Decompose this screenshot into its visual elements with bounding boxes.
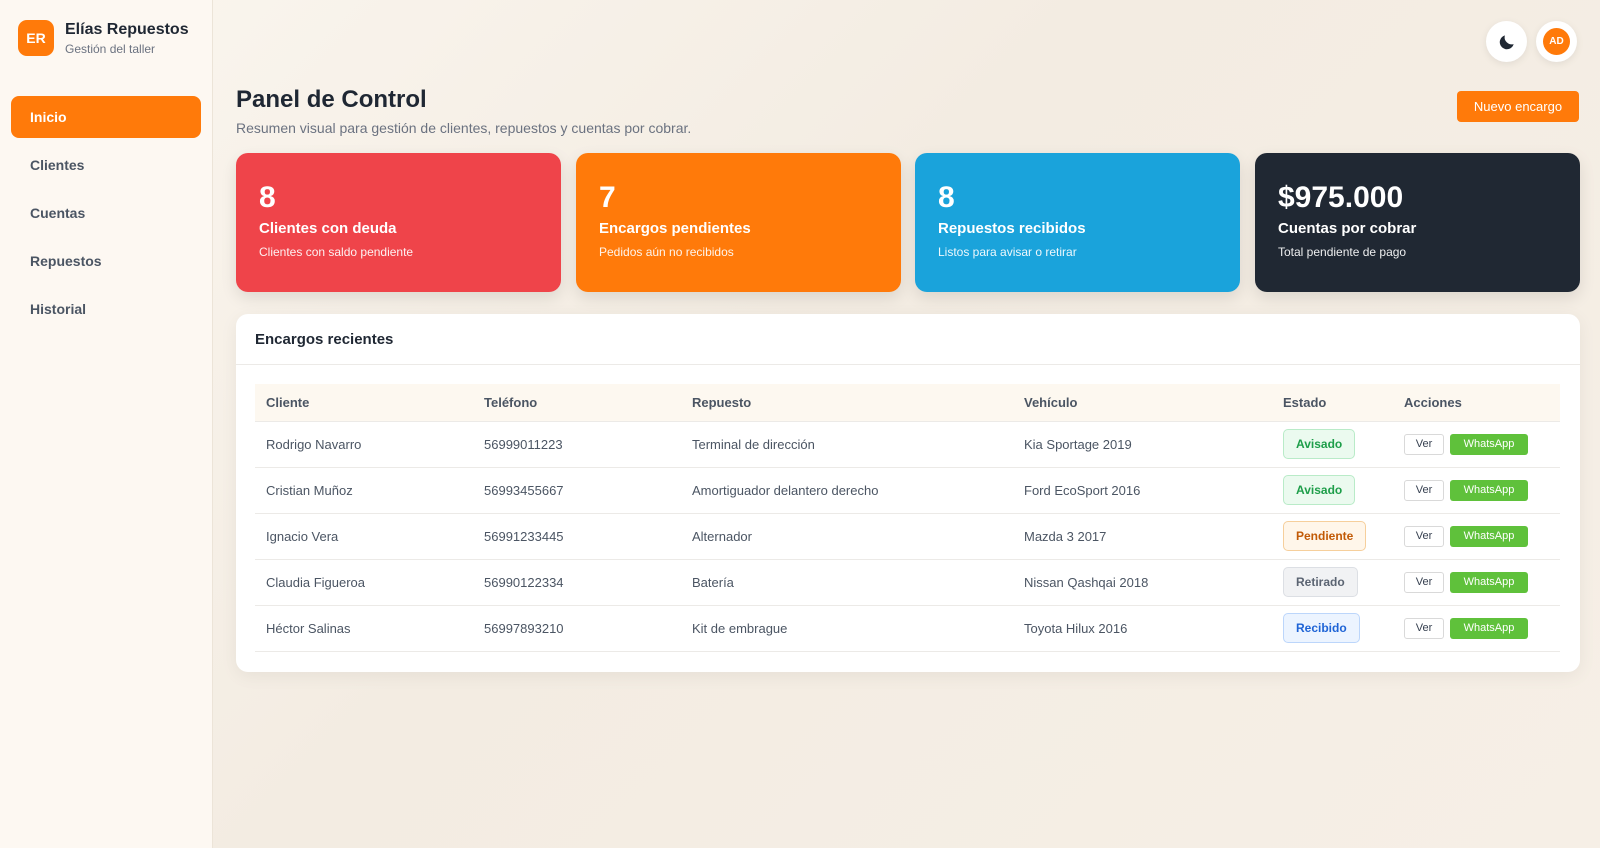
table-row: Rodrigo Navarro 56999011223 Terminal de … [255, 421, 1560, 468]
cell-repuesto: Alternador [681, 513, 1013, 560]
cell-vehiculo: Ford EcoSport 2016 [1013, 467, 1272, 514]
stat-value: $975.000 [1278, 181, 1404, 214]
stat-description: Total pendiente de pago [1278, 245, 1407, 259]
stat-description: Pedidos aún no recibidos [599, 245, 734, 259]
user-avatar-button[interactable]: AD [1536, 21, 1577, 62]
table-header-row: Cliente Teléfono Repuesto Vehículo Estad… [255, 384, 1560, 422]
column-header-acciones: Acciones [1393, 384, 1560, 422]
cell-acciones: Ver WhatsApp [1393, 513, 1560, 560]
stat-value: 7 [599, 181, 616, 214]
cell-telefono: 56991233445 [473, 513, 681, 560]
cell-estado: Avisado [1272, 467, 1393, 514]
table-row: Cristian Muñoz 56993455667 Amortiguador … [255, 467, 1560, 514]
cell-repuesto: Batería [681, 559, 1013, 606]
cell-telefono: 56990122334 [473, 559, 681, 606]
sidebar: ER Elías Repuestos Gestión del taller In… [0, 0, 213, 848]
whatsapp-button[interactable]: WhatsApp [1450, 617, 1528, 639]
recent-orders-title: Encargos recientes [236, 314, 1580, 365]
cell-estado: Recibido [1272, 605, 1393, 652]
page-subtitle: Resumen visual para gestión de clientes,… [236, 120, 692, 136]
new-order-button[interactable]: Nuevo encargo [1457, 91, 1579, 122]
cell-cliente: Ignacio Vera [255, 513, 473, 560]
stat-label: Clientes con deuda [259, 220, 397, 237]
stat-label: Repuestos recibidos [938, 220, 1086, 237]
stat-description: Listos para avisar o retirar [938, 245, 1077, 259]
cell-cliente: Héctor Salinas [255, 605, 473, 652]
column-header-vehiculo: Vehículo [1013, 384, 1272, 422]
brand-title: Elías Repuestos [65, 20, 189, 38]
stat-value: 8 [938, 181, 955, 214]
cell-acciones: Ver WhatsApp [1393, 559, 1560, 606]
recent-orders-table: Cliente Teléfono Repuesto Vehículo Estad… [255, 384, 1560, 652]
cell-acciones: Ver WhatsApp [1393, 421, 1560, 468]
column-header-repuesto: Repuesto [681, 384, 1013, 422]
cell-repuesto: Amortiguador delantero derecho [681, 467, 1013, 514]
brand[interactable]: ER Elías Repuestos Gestión del taller [18, 20, 189, 56]
cell-vehiculo: Nissan Qashqai 2018 [1013, 559, 1272, 606]
cell-repuesto: Terminal de dirección [681, 421, 1013, 468]
cell-telefono: 56993455667 [473, 467, 681, 514]
cell-acciones: Ver WhatsApp [1393, 467, 1560, 514]
column-header-cliente: Cliente [255, 384, 473, 422]
stat-card-clientes-deuda[interactable]: 8 Clientes con deuda Clientes con saldo … [236, 153, 561, 292]
sidebar-item-cuentas[interactable]: Cuentas [11, 192, 201, 234]
table-row: Claudia Figueroa 56990122334 Batería Nis… [255, 559, 1560, 606]
avatar: AD [1543, 28, 1570, 55]
column-header-estado: Estado [1272, 384, 1393, 422]
brand-logo: ER [18, 20, 54, 56]
table-row: Héctor Salinas 56997893210 Kit de embrag… [255, 605, 1560, 652]
view-button[interactable]: Ver [1404, 479, 1444, 501]
stat-description: Clientes con saldo pendiente [259, 245, 414, 259]
sidebar-item-historial[interactable]: Historial [11, 288, 201, 330]
view-button[interactable]: Ver [1404, 571, 1444, 593]
cell-acciones: Ver WhatsApp [1393, 605, 1560, 652]
stat-value: 8 [259, 181, 276, 214]
status-badge: Avisado [1283, 475, 1356, 505]
column-header-telefono: Teléfono [473, 384, 681, 422]
cell-telefono: 56997893210 [473, 605, 681, 652]
recent-orders-card: Encargos recientes Cliente Teléfono Repu… [236, 314, 1580, 672]
cell-estado: Retirado [1272, 559, 1393, 606]
sidebar-item-clientes[interactable]: Clientes [11, 144, 201, 186]
whatsapp-button[interactable]: WhatsApp [1450, 571, 1528, 593]
status-badge: Pendiente [1283, 521, 1367, 551]
stat-card-cuentas-cobrar[interactable]: $975.000 Cuentas por cobrar Total pendie… [1255, 153, 1580, 292]
cell-repuesto: Kit de embrague [681, 605, 1013, 652]
stat-label: Cuentas por cobrar [1278, 220, 1417, 237]
cell-telefono: 56999011223 [473, 421, 681, 468]
stat-card-encargos-pendientes[interactable]: 7 Encargos pendientes Pedidos aún no rec… [576, 153, 901, 292]
stat-label: Encargos pendientes [599, 220, 751, 237]
table-row: Ignacio Vera 56991233445 Alternador Mazd… [255, 513, 1560, 560]
status-badge: Avisado [1283, 429, 1356, 459]
cell-estado: Pendiente [1272, 513, 1393, 560]
brand-subtitle: Gestión del taller [65, 41, 156, 56]
sidebar-nav: Inicio Clientes Cuentas Repuestos Histor… [11, 96, 201, 336]
stat-card-repuestos-recibidos[interactable]: 8 Repuestos recibidos Listos para avisar… [915, 153, 1240, 292]
sidebar-item-repuestos[interactable]: Repuestos [11, 240, 201, 282]
cell-vehiculo: Mazda 3 2017 [1013, 513, 1272, 560]
status-badge: Retirado [1283, 567, 1358, 597]
cell-cliente: Rodrigo Navarro [255, 421, 473, 468]
theme-toggle-button[interactable] [1486, 21, 1527, 62]
sidebar-item-inicio[interactable]: Inicio [11, 96, 201, 138]
cell-vehiculo: Toyota Hilux 2016 [1013, 605, 1272, 652]
cell-vehiculo: Kia Sportage 2019 [1013, 421, 1272, 468]
whatsapp-button[interactable]: WhatsApp [1450, 525, 1528, 547]
view-button[interactable]: Ver [1404, 617, 1444, 639]
view-button[interactable]: Ver [1404, 433, 1444, 455]
moon-icon [1499, 34, 1514, 49]
whatsapp-button[interactable]: WhatsApp [1450, 433, 1528, 455]
cell-cliente: Cristian Muñoz [255, 467, 473, 514]
view-button[interactable]: Ver [1404, 525, 1444, 547]
status-badge: Recibido [1283, 613, 1360, 643]
whatsapp-button[interactable]: WhatsApp [1450, 479, 1528, 501]
page-title: Panel de Control [236, 86, 427, 113]
cell-estado: Avisado [1272, 421, 1393, 468]
cell-cliente: Claudia Figueroa [255, 559, 473, 606]
